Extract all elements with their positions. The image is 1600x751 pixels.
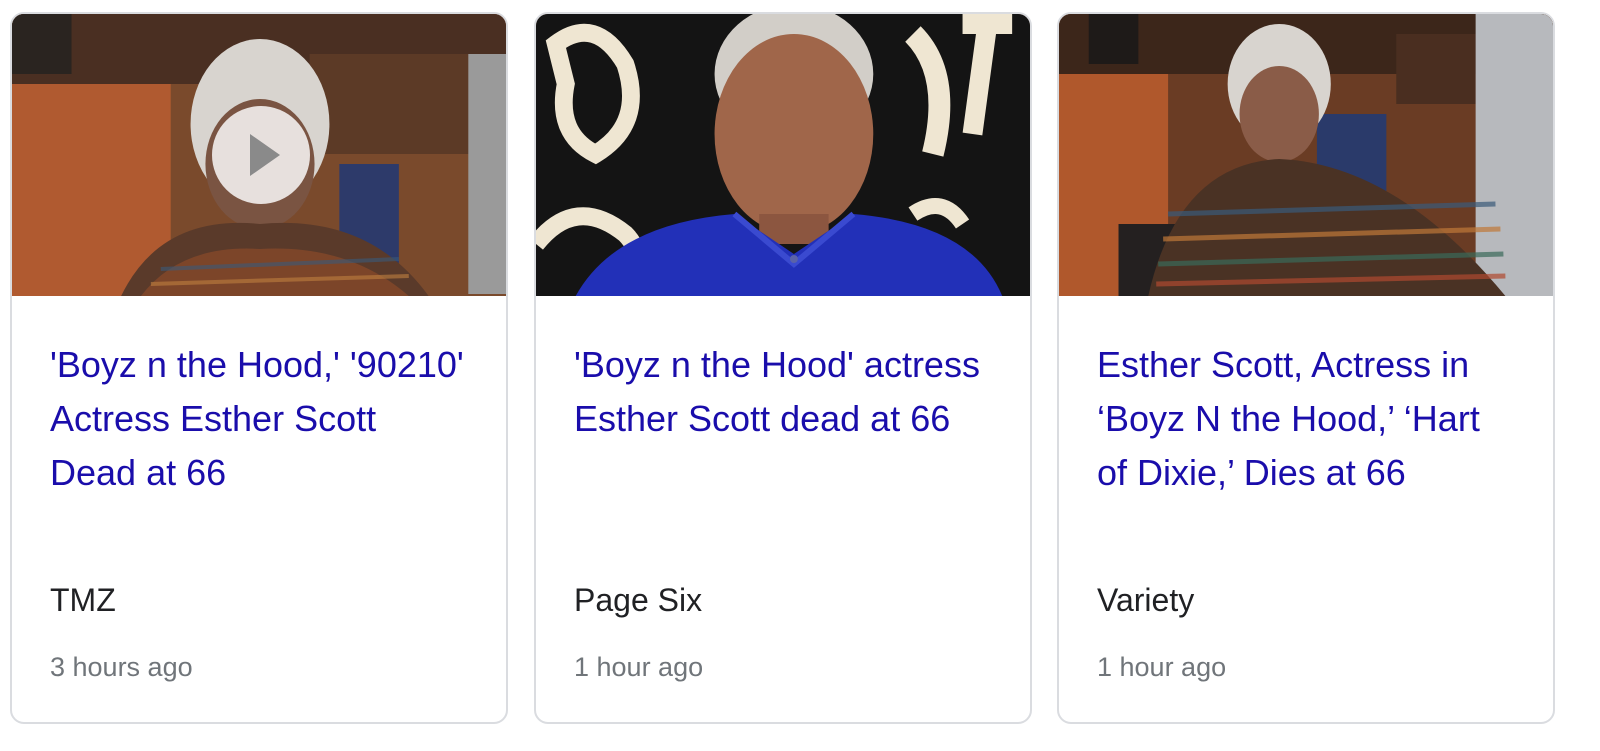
news-timestamp: 1 hour ago [574,652,704,682]
news-source: Page Six [574,582,703,618]
article-thumbnail[interactable] [536,14,1030,296]
thumbnail-image [536,14,1030,296]
article-thumbnail[interactable] [1059,14,1553,296]
news-headline-link[interactable]: 'Boyz n the Hood,' '90210' Actress Esthe… [50,338,468,500]
news-headline-link[interactable]: Esther Scott, Actress in ‘Boyz N the Hoo… [1097,338,1515,500]
top-stories-carousel: 'Boyz n the Hood,' '90210' Actress Esthe… [0,0,1600,751]
news-source: TMZ [50,582,116,618]
news-source: Variety [1097,582,1195,618]
news-card[interactable]: Esther Scott, Actress in ‘Boyz N the Hoo… [1057,12,1555,724]
thumbnail-image [1059,14,1553,296]
video-thumbnail[interactable] [12,14,506,296]
news-card[interactable]: 'Boyz n the Hood' actress Esther Scott d… [534,12,1032,724]
news-timestamp: 3 hours ago [50,652,193,682]
news-timestamp: 1 hour ago [1097,652,1227,682]
news-card[interactable]: 'Boyz n the Hood,' '90210' Actress Esthe… [10,12,508,724]
play-icon [250,134,280,176]
play-button[interactable] [212,106,310,204]
news-headline-link[interactable]: 'Boyz n the Hood' actress Esther Scott d… [574,338,992,500]
